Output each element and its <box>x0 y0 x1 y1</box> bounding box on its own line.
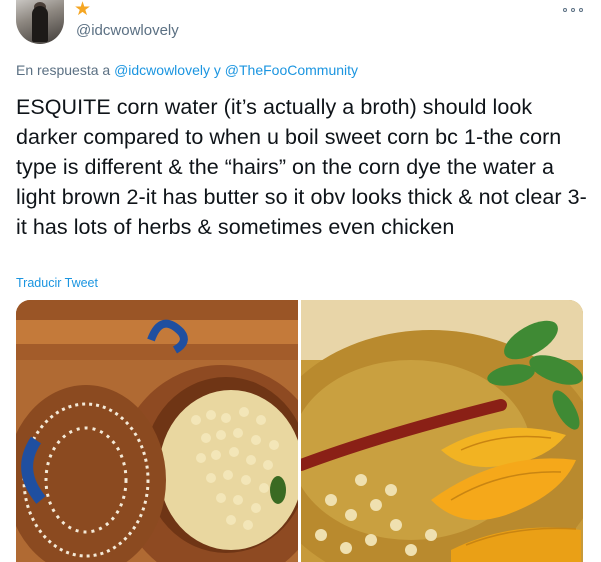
avatar[interactable] <box>16 0 64 44</box>
dot <box>563 8 567 12</box>
media-image-broth[interactable] <box>301 300 583 562</box>
avatar-figure-shape <box>32 6 48 42</box>
user-handle[interactable]: @idcwowlovely <box>76 22 179 39</box>
tweet-text: ESQUITE corn water (it’s actually a brot… <box>16 95 587 239</box>
media-image-esquite-pot[interactable] <box>16 300 298 562</box>
star-icon: ★ <box>74 0 92 20</box>
translate-tweet-link[interactable]: Traducir Tweet <box>16 276 98 290</box>
dot <box>571 8 575 12</box>
reply-context: En respuesta a @idcwowlovely y @TheFooCo… <box>16 62 358 78</box>
reply-prefix: En respuesta a <box>16 62 111 78</box>
tweet-media <box>16 300 583 562</box>
more-options-icon[interactable] <box>563 3 583 17</box>
reply-conjunction: y <box>213 62 221 78</box>
dot <box>579 8 583 12</box>
reply-user-link[interactable]: @idcwowlovely <box>114 62 210 78</box>
reply-user-link[interactable]: @TheFooCommunity <box>225 62 358 78</box>
